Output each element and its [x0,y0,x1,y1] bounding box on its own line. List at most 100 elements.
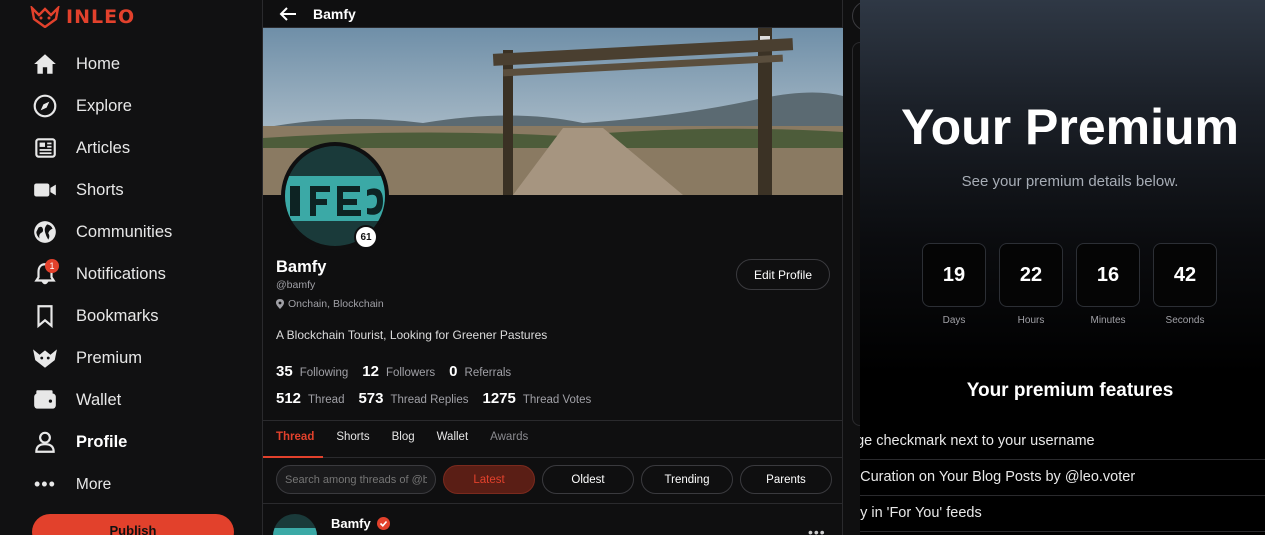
post-author-avatar[interactable] [273,514,317,535]
premium-title: Your Premium [900,99,1240,155]
topbar-profile-name: Bamfy [313,5,356,22]
post-avatar-image [273,514,317,535]
newspaper-icon [35,138,56,158]
countdown-seconds-value: 42 [1153,243,1217,307]
filter-parents-button[interactable]: Parents [740,465,832,494]
premium-feature-item: e Curation on Your Blog Posts by @leo.vo… [860,460,1265,496]
thread-replies-count: 573 [358,390,384,407]
thread-post[interactable]: Bamfy ••• [263,503,843,535]
sidebar-item-wallet[interactable]: Wallet [32,379,172,421]
compass-icon [33,94,57,118]
sidebar-item-label: Shorts [76,180,124,199]
verified-badge-icon [376,517,390,530]
sidebar: INLEO Home Explore Articles Shorts Commu… [0,0,262,535]
profile-bio: A Blockchain Tourist, Looking for Greene… [276,328,548,342]
sidebar-item-profile[interactable]: Profile [32,421,172,463]
location-text: Onchain, Blockchain [288,298,384,310]
post-author[interactable]: Bamfy [331,516,390,531]
sidebar-item-label: Bookmarks [76,306,159,325]
filter-oldest-button[interactable]: Oldest [542,465,634,494]
sidebar-nav: Home Explore Articles Shorts Communities… [32,43,172,463]
profile-stats-threads: 512 Thread 573 Thread Replies 1275 Threa… [276,390,605,407]
post-author-name: Bamfy [331,516,371,531]
countdown-seconds-label: Seconds [1165,315,1205,326]
sidebar-item-label: Home [76,54,121,73]
sidebar-item-label: Articles [76,138,131,157]
bookmark-icon [37,305,53,329]
followers-label[interactable]: Followers [386,367,435,379]
filter-latest-button[interactable]: Latest [443,465,535,494]
countdown-minutes: 16 Minutes [1076,243,1140,326]
logo-text: INLEO [66,6,136,28]
tab-shorts[interactable]: Shorts [323,421,378,458]
followers-count[interactable]: 12 [362,363,379,380]
tab-thread[interactable]: Thread [263,421,324,458]
profile-topbar: Bamfy [263,0,842,28]
referrals-count[interactable]: 0 [449,363,457,380]
sidebar-item-explore[interactable]: Explore [32,85,172,127]
home-icon [34,54,56,74]
tab-wallet[interactable]: Wallet [424,421,478,458]
publish-button[interactable]: Publish [32,514,234,535]
countdown-hours: 22 Hours [999,243,1063,326]
tab-blog[interactable]: Blog [379,421,424,458]
lion-logo-icon [30,6,60,28]
more-dots-icon: ••• [34,474,56,494]
premium-features-title: Your premium features [966,380,1174,401]
profile-stats-social: 35 Following 12 Followers 0 Referrals [276,363,525,380]
profile-handle: @bamfy [276,279,316,291]
sidebar-item-premium[interactable]: Premium [32,337,172,379]
sidebar-item-label: Notifications [76,264,166,283]
sidebar-item-bookmarks[interactable]: Bookmarks [32,295,172,337]
level-badge: 61 [354,225,378,249]
countdown-hours-label: Hours [1017,315,1045,326]
globe-icon [34,221,56,243]
sidebar-item-communities[interactable]: Communities [32,211,172,253]
wallet-icon [34,390,56,409]
user-icon [35,431,55,453]
sidebar-item-label: Premium [76,348,143,367]
lion-icon [33,349,57,368]
countdown-days-value: 19 [922,243,986,307]
sidebar-item-notifications[interactable]: 1 Notifications [32,253,172,295]
edit-profile-button[interactable]: Edit Profile [736,259,830,290]
thread-replies-label: Thread Replies [390,394,469,406]
sidebar-item-articles[interactable]: Articles [32,127,172,169]
countdown-minutes-label: Minutes [1090,315,1126,326]
premium-feature-item: rity in 'For You' feeds [860,496,1265,532]
sidebar-more-button[interactable]: ••• More [34,474,111,495]
thread-votes-label: Thread Votes [522,394,592,406]
video-icon [34,183,56,197]
sidebar-item-shorts[interactable]: Shorts [32,169,172,211]
sidebar-item-label: Communities [76,222,173,241]
countdown-hours-value: 22 [999,243,1063,307]
thread-filter-row: Latest Oldest Trending Parents [276,465,832,494]
profile-display-name: Bamfy [276,258,327,276]
thread-count: 512 [276,390,302,407]
tab-awards[interactable]: Awards [477,421,537,458]
premium-feature-item: nge checkmark next to your username [860,424,1265,460]
countdown-days-label: Days [942,315,966,326]
premium-countdown: 19 Days 22 Hours 16 Minutes 42 Seconds [922,243,1217,326]
profile-tabs: Thread Shorts Blog Wallet Awards [263,420,843,458]
filter-trending-button[interactable]: Trending [641,465,733,494]
sidebar-item-home[interactable]: Home [32,43,172,85]
premium-panel: Your Premium See your premium details be… [860,0,1265,535]
profile-main: Bamfy 61 Edit Profile Bamfy @bamfy Oncha… [262,0,843,535]
more-label: More [75,475,112,493]
following-label[interactable]: Following [300,367,349,379]
inleo-logo[interactable]: INLEO [30,6,135,28]
profile-location: Onchain, Blockchain [276,298,384,310]
sidebar-item-label: Wallet [76,390,122,409]
notification-count-badge: 1 [45,259,59,273]
referrals-label[interactable]: Referrals [465,367,512,379]
sidebar-item-label: Explore [76,96,132,115]
back-arrow-icon[interactable] [279,6,297,21]
post-menu-button[interactable]: ••• [808,524,826,535]
following-count[interactable]: 35 [276,363,293,380]
sidebar-item-label: Profile [76,432,128,451]
location-pin-icon [276,299,284,309]
thread-votes-count: 1275 [482,390,516,407]
thread-search-input[interactable] [276,465,436,494]
premium-subtitle: See your premium details below. [961,173,1179,190]
